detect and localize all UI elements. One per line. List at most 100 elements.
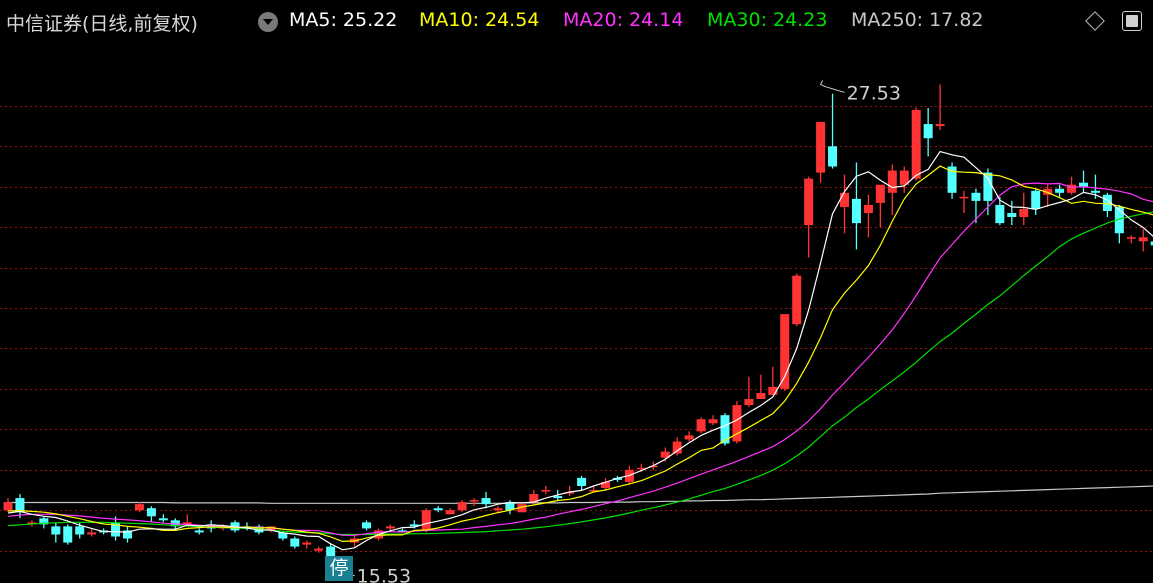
- candle-body: [1007, 213, 1017, 218]
- candle: [493, 506, 503, 513]
- ma20-label: MA20: 24.14: [563, 9, 684, 31]
- limit-down-badge: 停: [325, 556, 353, 581]
- candle: [792, 273, 802, 327]
- candle: [887, 164, 897, 216]
- candle-body: [290, 538, 300, 547]
- candle-body: [302, 542, 312, 545]
- candle: [899, 166, 909, 193]
- candle-body: [553, 496, 563, 499]
- candle: [732, 401, 742, 444]
- candle: [39, 516, 49, 529]
- candle: [63, 524, 73, 545]
- candle-body: [756, 392, 766, 400]
- candle: [146, 506, 156, 523]
- candle-body: [911, 109, 921, 179]
- candle: [1031, 188, 1041, 216]
- candle-body: [1138, 237, 1148, 242]
- candle-body: [134, 504, 144, 511]
- diamond-icon[interactable]: [1085, 11, 1105, 31]
- candle-body: [63, 526, 73, 543]
- candle-body: [887, 170, 897, 193]
- candle-body: [1055, 188, 1065, 193]
- candle-body: [863, 204, 873, 214]
- candle-body: [158, 518, 168, 521]
- candle: [1043, 184, 1053, 207]
- candle: [744, 376, 754, 408]
- candle: [756, 374, 766, 400]
- candle: [708, 415, 718, 426]
- candle: [804, 176, 814, 258]
- candle-body: [194, 530, 204, 533]
- candle: [577, 475, 587, 490]
- candle-body: [469, 500, 479, 502]
- candle-body: [577, 477, 587, 486]
- candle: [1138, 229, 1148, 252]
- panel-toggle-icon[interactable]: [1122, 11, 1142, 31]
- candle-body: [851, 198, 861, 224]
- candle-body: [433, 508, 443, 511]
- candle: [684, 431, 694, 442]
- candle-body: [51, 526, 61, 535]
- candle: [362, 520, 371, 531]
- candle: [816, 122, 826, 183]
- candle: [433, 506, 443, 513]
- annotation-label: 15.53: [357, 566, 411, 583]
- candle-body: [541, 490, 551, 492]
- candle: [3, 498, 13, 513]
- ma250-label: MA250: 17.82: [851, 9, 984, 31]
- candle-body: [3, 502, 13, 511]
- chevron-down-circle-icon[interactable]: [258, 12, 278, 32]
- candle-body: [780, 314, 790, 389]
- candle: [1019, 192, 1029, 226]
- candle-body: [493, 508, 503, 511]
- candle: [923, 107, 933, 157]
- candle: [51, 522, 61, 543]
- price-annotations: 27.53 15.53: [329, 80, 901, 583]
- candle: [601, 477, 610, 490]
- candle-body: [959, 196, 969, 199]
- candle: [828, 93, 838, 169]
- stock-title[interactable]: 中信证券(日线,前复权): [6, 9, 198, 36]
- candle-body: [672, 441, 682, 454]
- candle-body: [385, 526, 395, 529]
- candle-body: [87, 532, 97, 535]
- candle-body: [923, 124, 933, 139]
- candle: [469, 498, 479, 507]
- candle: [1079, 170, 1088, 193]
- candle-body: [708, 419, 718, 424]
- candle: [863, 194, 873, 238]
- candle: [1055, 184, 1065, 197]
- candle: [780, 314, 790, 391]
- candle: [290, 536, 300, 549]
- candle-body: [445, 510, 455, 515]
- ma10-label: MA10: 24.54: [419, 9, 540, 31]
- candle-body: [816, 122, 826, 173]
- candle: [911, 107, 921, 181]
- candle: [959, 190, 969, 214]
- candle: [696, 417, 706, 434]
- candle-body: [804, 178, 814, 226]
- candle: [302, 540, 312, 549]
- candle-body: [314, 548, 324, 551]
- candle-body: [421, 510, 431, 531]
- candle: [1126, 235, 1136, 244]
- chart-header: 中信证券(日线,前复权) MA5: 25.22 MA10: 24.54 MA20…: [0, 0, 1153, 44]
- chart-window: 27.53 15.53 中信证券(日线,前复权) MA5: 25.22 MA10:…: [0, 0, 1153, 583]
- candle: [840, 174, 849, 234]
- candle: [947, 162, 957, 199]
- candle: [935, 84, 945, 131]
- candle-body: [935, 124, 945, 127]
- candle: [541, 485, 551, 495]
- candle: [995, 196, 1005, 226]
- ma30-label: MA30: 24.23: [707, 9, 828, 31]
- candle: [123, 526, 132, 543]
- candle-body: [971, 192, 981, 201]
- candlestick-chart[interactable]: 27.53 15.53: [0, 0, 1153, 583]
- ma5-label: MA5: 25.22: [289, 9, 398, 31]
- candle: [1114, 204, 1124, 244]
- ma5-line: [7, 150, 1153, 551]
- candle: [481, 492, 491, 509]
- candle-body: [75, 526, 85, 535]
- annotation-arrow: [819, 80, 845, 93]
- candle-body: [983, 172, 993, 201]
